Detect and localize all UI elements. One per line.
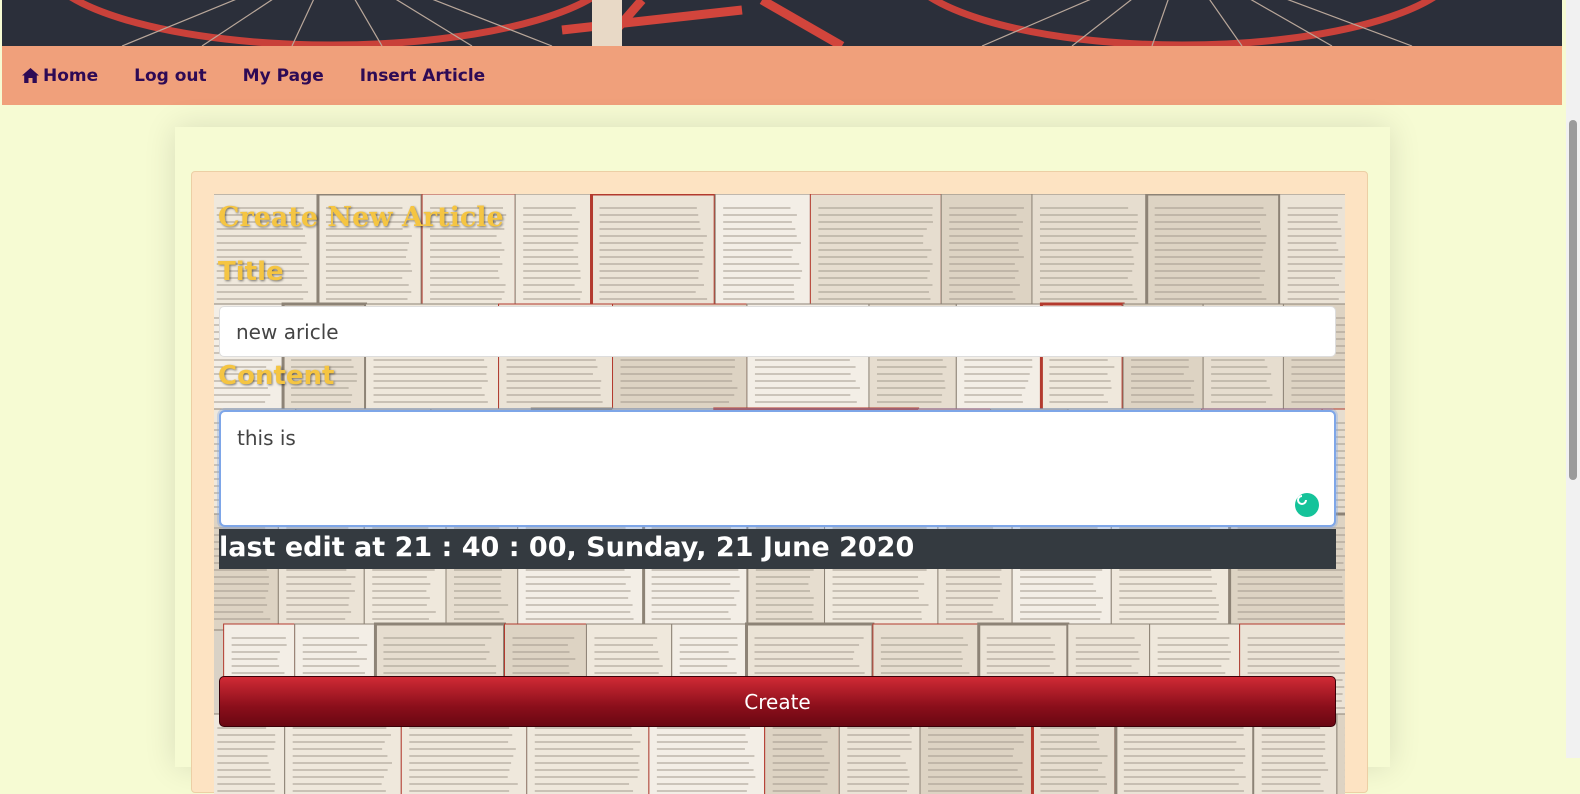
title-label: Title <box>218 257 284 287</box>
nav-home-label: Home <box>43 65 99 86</box>
title-input[interactable] <box>219 306 1336 357</box>
nav-insert-article-link[interactable]: Insert Article <box>360 66 485 86</box>
last-edit-timestamp: last edit at 21 : 40 : 00, Sunday, 21 Ju… <box>219 529 1336 569</box>
nav-home-link[interactable]: Home <box>22 66 98 86</box>
article-card: Create New Article Title Content this is… <box>175 127 1390 794</box>
content-textarea[interactable]: this is <box>219 410 1336 527</box>
article-form: Create New Article Title Content this is… <box>214 194 1345 794</box>
nav-logout-link[interactable]: Log out <box>134 66 207 86</box>
form-heading: Create New Article <box>218 202 504 233</box>
nav-bar: Home Log out My Page Insert Article <box>2 46 1562 105</box>
header-banner <box>2 0 1562 46</box>
create-button[interactable]: Create <box>219 676 1336 727</box>
form-panel: Create New Article Title Content this is… <box>191 171 1368 794</box>
nav-mypage-link[interactable]: My Page <box>243 66 324 86</box>
books-background: Create New Article Title Content this is… <box>214 194 1345 794</box>
home-icon <box>22 68 39 83</box>
scrollbar-thumb[interactable] <box>1569 120 1577 480</box>
content-label: Content <box>218 361 335 391</box>
page-scrollbar[interactable] <box>1566 0 1580 758</box>
grammarly-icon[interactable] <box>1295 493 1319 517</box>
